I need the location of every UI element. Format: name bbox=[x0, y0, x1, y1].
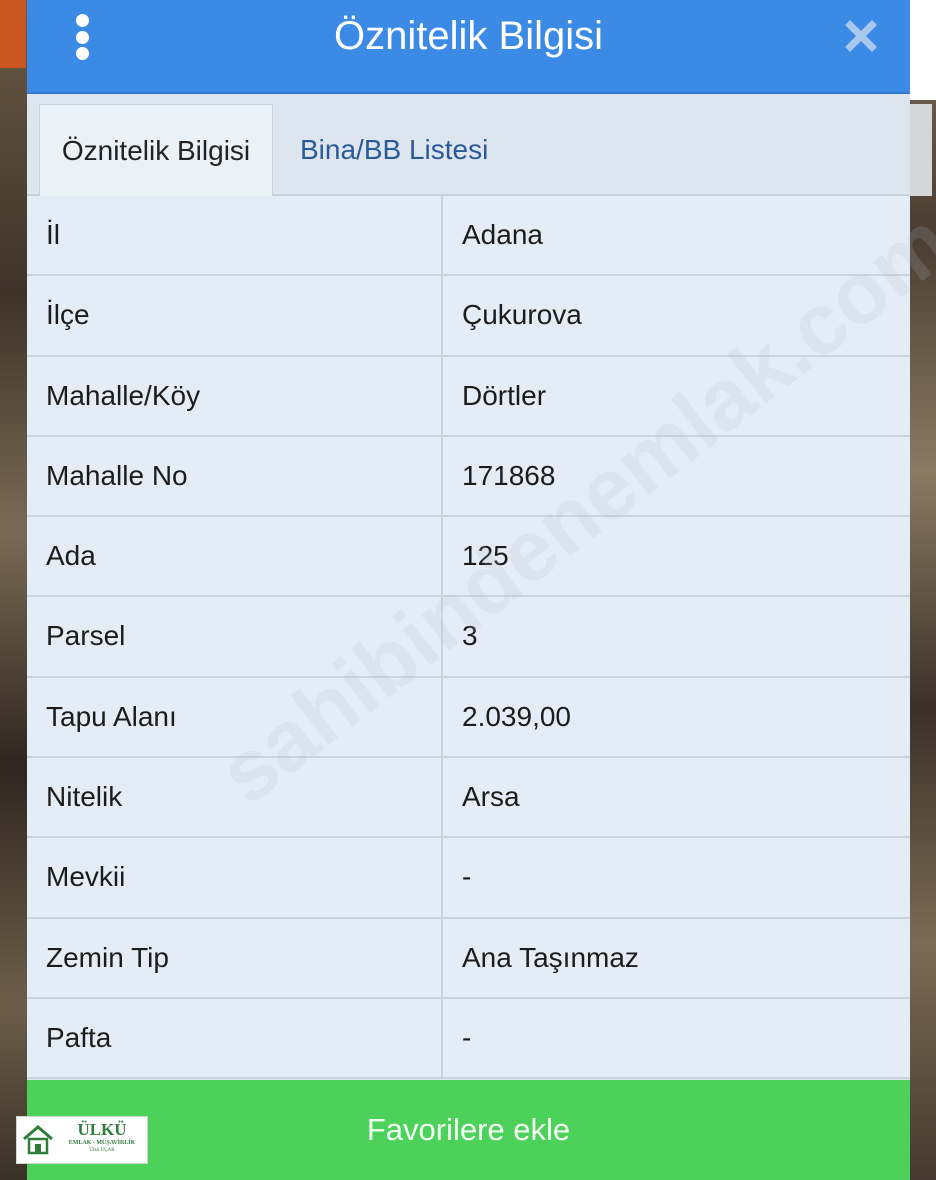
attribute-value: Dörtler bbox=[462, 379, 547, 411]
attribute-key: Parsel bbox=[27, 597, 443, 676]
attribute-value: Ana Taşınmaz bbox=[462, 941, 639, 973]
attribute-value: 125 bbox=[462, 540, 509, 572]
tab-bar: Öznitelik Bilgisi Bina/BB Listesi bbox=[27, 94, 910, 196]
attribute-value: 3 bbox=[462, 620, 478, 652]
attribute-value: 2.039,00 bbox=[462, 700, 571, 732]
house-icon bbox=[23, 1125, 53, 1155]
add-to-favorites-button[interactable]: Favorilere ekle bbox=[27, 1080, 910, 1180]
table-row: Tapu Alanı 2.039,00 bbox=[27, 677, 910, 759]
table-row: Nitelik Arsa bbox=[27, 758, 910, 839]
map-background-left bbox=[0, 0, 28, 1180]
table-row: Mevkii - bbox=[27, 838, 910, 919]
table-row: Parsel 3 bbox=[27, 597, 910, 678]
attribute-value: 171868 bbox=[462, 459, 556, 491]
logo-subtitle: EMLAK - MÜŞAVİRLİK bbox=[68, 1140, 136, 1146]
attribute-key: Zemin Tip bbox=[27, 918, 443, 997]
table-row: Pafta - bbox=[27, 998, 910, 1080]
attribute-value: Çukurova bbox=[462, 299, 582, 331]
tab-attribute-info[interactable]: Öznitelik Bilgisi bbox=[39, 104, 273, 196]
map-marker-strip bbox=[0, 0, 26, 68]
close-icon[interactable] bbox=[845, 20, 877, 52]
dialog-title: Öznitelik Bilgisi bbox=[334, 14, 603, 58]
logo-name: ÜLKÜ bbox=[77, 1120, 127, 1139]
attribute-key: İl bbox=[27, 196, 443, 275]
attribute-key: Pafta bbox=[27, 998, 443, 1078]
attribute-value: Adana bbox=[462, 219, 543, 250]
attribute-value: - bbox=[462, 1021, 472, 1053]
logo-person: Ülkü UÇAR bbox=[89, 1148, 115, 1153]
scrollbar-thumb[interactable] bbox=[910, 104, 932, 196]
attribute-key: Ada bbox=[27, 517, 443, 596]
table-row: Mahalle/Köy Dörtler bbox=[27, 356, 910, 437]
attribute-key: Mevkii bbox=[27, 838, 443, 917]
table-row: Zemin Tip Ana Taşınmaz bbox=[27, 918, 910, 999]
dialog-titlebar: Öznitelik Bilgisi bbox=[27, 0, 910, 94]
table-row: İlçe Çukurova bbox=[27, 276, 910, 357]
attribute-value: - bbox=[462, 861, 472, 893]
agency-logo: ÜLKÜ EMLAK - MÜŞAVİRLİK Ülkü UÇAR bbox=[16, 1116, 148, 1164]
attribute-key: Tapu Alanı bbox=[27, 677, 443, 757]
page-edge bbox=[908, 0, 936, 100]
attribute-value: Arsa bbox=[462, 781, 520, 813]
attribute-info-dialog: Öznitelik Bilgisi Öznitelik Bilgisi Bina… bbox=[27, 0, 936, 1180]
table-row: İl Adana bbox=[27, 196, 910, 277]
table-row: Ada 125 bbox=[27, 517, 910, 598]
attribute-key: İlçe bbox=[27, 276, 443, 355]
table-row: Mahalle No 171868 bbox=[27, 436, 910, 518]
attribute-key: Mahalle No bbox=[27, 436, 443, 516]
attribute-key: Mahalle/Köy bbox=[27, 356, 443, 435]
tab-building-list[interactable]: Bina/BB Listesi bbox=[278, 104, 510, 196]
attribute-key: Nitelik bbox=[27, 758, 443, 837]
attribute-table: İl Adana İlçe Çukurova Mahalle/Köy Dörtl… bbox=[27, 196, 910, 1080]
